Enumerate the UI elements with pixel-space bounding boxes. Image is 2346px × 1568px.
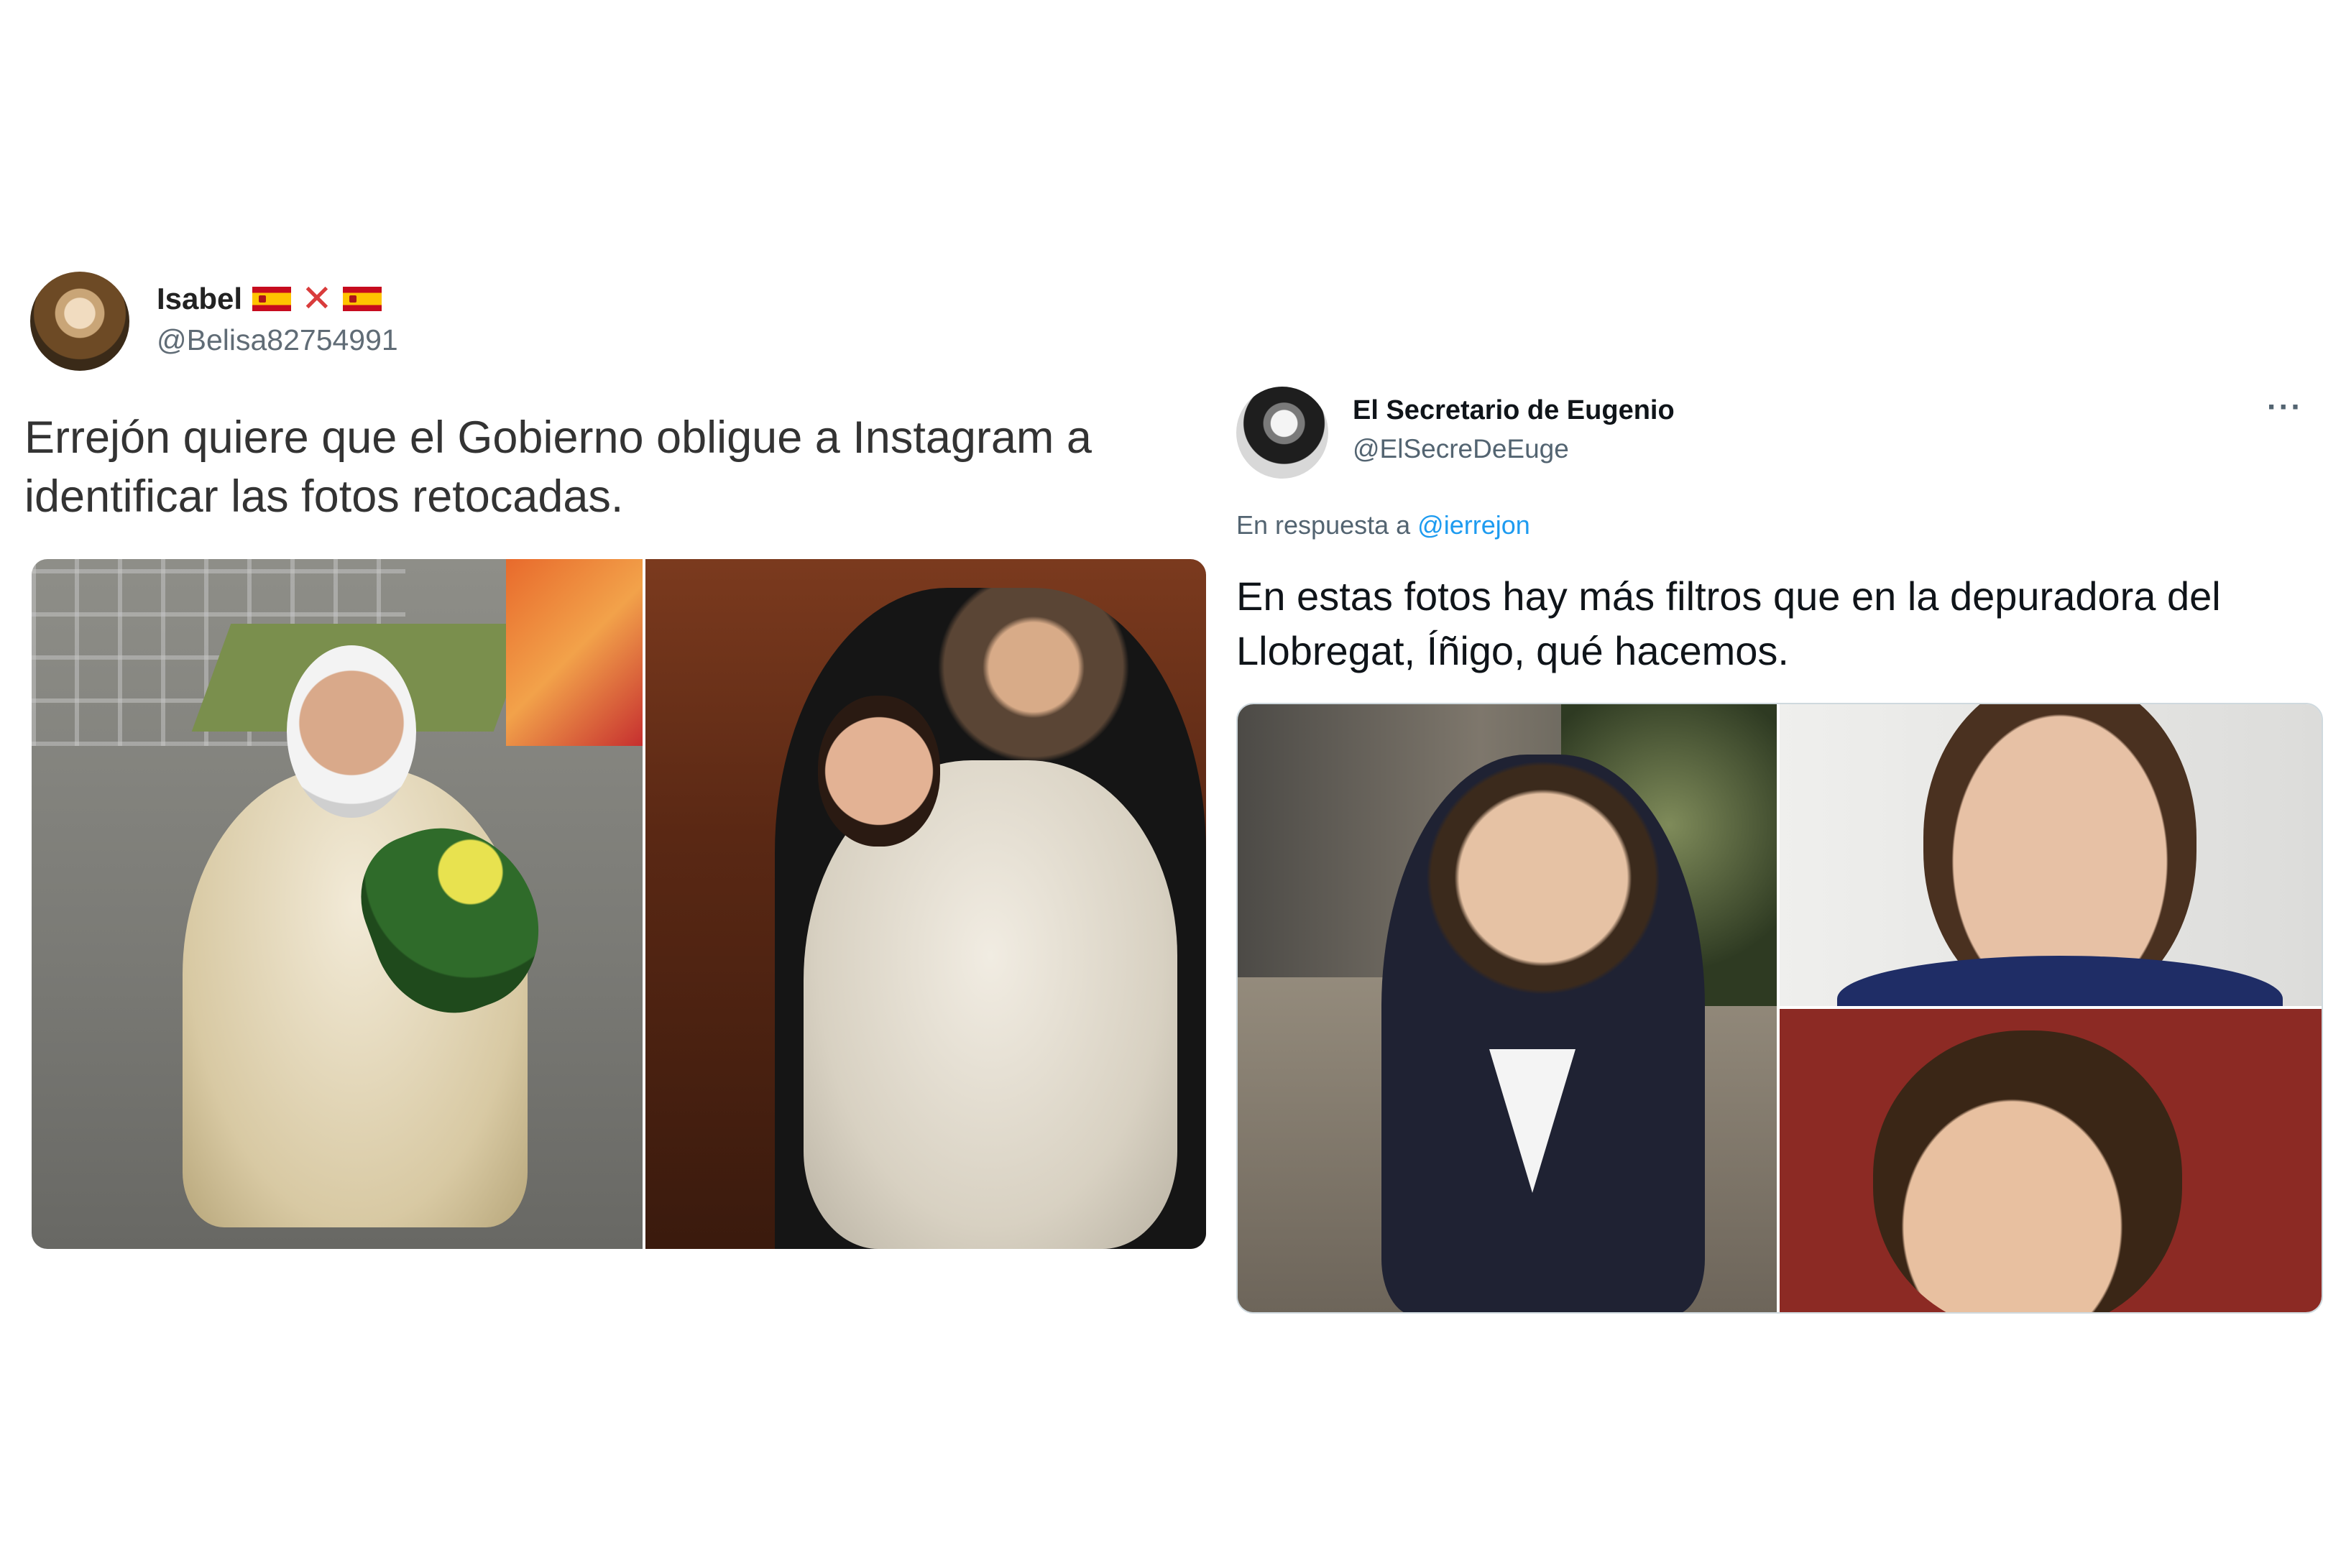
display-name[interactable]: Isabel <box>157 282 242 316</box>
photo-profile-red[interactable] <box>1780 1009 2322 1312</box>
tweet-text: Errejón quiere que el Gobierno obligue a… <box>24 412 1092 522</box>
reply-mention-link[interactable]: @ierrejon <box>1417 510 1530 540</box>
suit-shape <box>1837 956 2283 1006</box>
photo-street-portrait[interactable] <box>1238 704 1777 1312</box>
media-grid <box>1236 703 2323 1314</box>
man-face-shape <box>818 696 940 847</box>
tweet-text: En estas fotos hay más filtros que en la… <box>1236 573 2221 673</box>
colorful-sign-shape <box>506 559 643 746</box>
reply-prefix: En respuesta a <box>1236 510 1411 540</box>
tweet-isabel[interactable]: Isabel ✕ @Belisa82754991 Errejón quiere … <box>24 266 1208 1250</box>
spain-flag-icon <box>252 287 292 311</box>
spain-flag-icon <box>342 287 382 311</box>
display-name[interactable]: El Secretario de Eugenio <box>1353 395 1675 426</box>
photo-parliament-hug[interactable] <box>645 559 1206 1249</box>
author-name-row: Isabel ✕ <box>157 279 382 319</box>
head-shape <box>1873 1030 2182 1312</box>
user-handle[interactable]: @Belisa82754991 <box>157 323 398 357</box>
user-handle[interactable]: @ElSecreDeEuge <box>1353 434 1569 464</box>
avatar[interactable] <box>1236 387 1328 479</box>
media-grid <box>32 559 1206 1249</box>
girl-head-shape <box>287 645 416 818</box>
photo-girl-fallera[interactable] <box>32 559 643 1249</box>
man-shape <box>1381 755 1705 1312</box>
red-x-icon: ✕ <box>301 278 333 320</box>
tweet-el-secretario[interactable]: El Secretario de Eugenio @ElSecreDeEuge … <box>1235 374 2323 1314</box>
photo-closeup-portrait[interactable] <box>1780 704 2322 1006</box>
more-options-icon[interactable]: ··· <box>2267 389 2303 425</box>
avatar[interactable] <box>30 272 129 371</box>
reply-context: En respuesta a @ierrejon <box>1236 510 1530 540</box>
